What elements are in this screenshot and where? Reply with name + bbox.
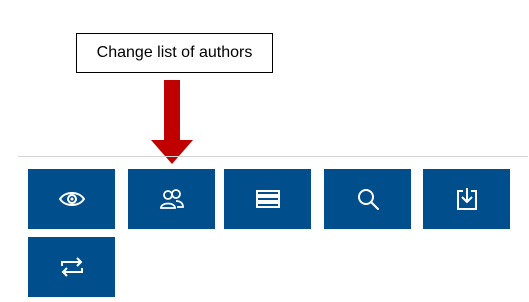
search-button[interactable] <box>324 169 411 229</box>
divider-line <box>18 156 528 157</box>
swap-arrows-icon <box>60 257 83 277</box>
list-icon <box>255 190 280 208</box>
change-authors-button[interactable] <box>128 169 215 229</box>
switch-button[interactable] <box>28 237 115 297</box>
search-icon <box>357 189 379 210</box>
red-arrow-annotation <box>151 80 193 164</box>
view-button[interactable] <box>28 169 115 229</box>
download-icon <box>456 188 477 210</box>
list-button[interactable] <box>224 169 311 229</box>
callout-label: Change list of authors <box>76 33 273 73</box>
download-button[interactable] <box>423 169 510 229</box>
people-icon <box>159 189 184 209</box>
eye-icon <box>58 192 85 206</box>
